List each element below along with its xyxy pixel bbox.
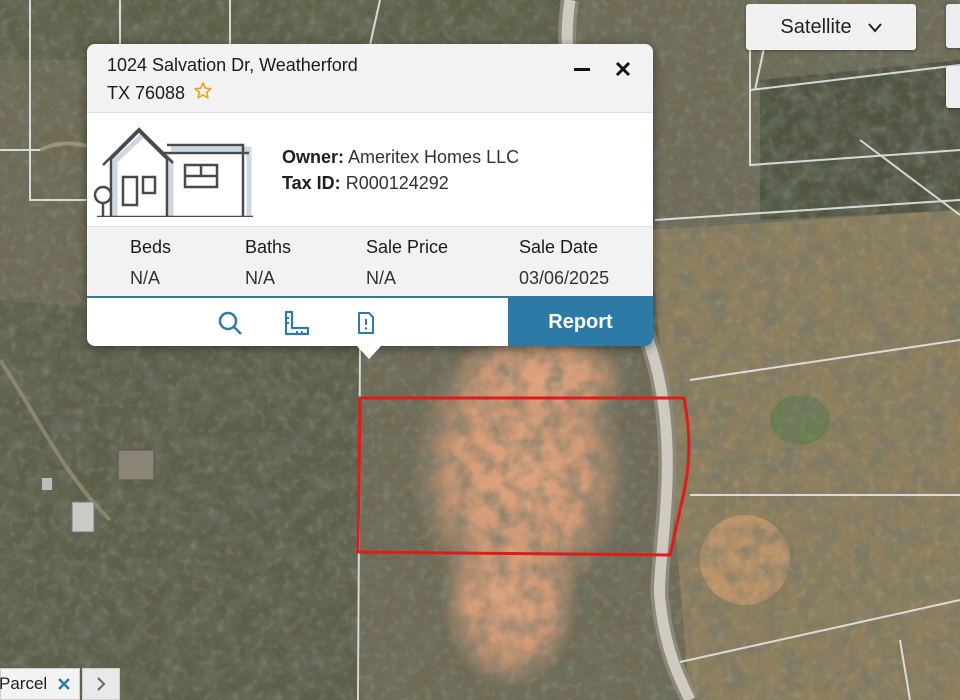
parcel-chip-label: Parcel [0, 674, 48, 693]
star-icon[interactable] [193, 81, 213, 106]
chevron-right-icon[interactable] [82, 668, 120, 700]
close-icon[interactable] [57, 677, 71, 691]
property-stats: Beds N/A Baths N/A Sale Price N/A Sale D… [87, 226, 653, 297]
address-line-2: TX 76088 [107, 81, 213, 106]
owner-value: Ameritex Homes LLC [348, 147, 520, 167]
house-illustration-icon [93, 121, 255, 222]
stat-value: N/A [245, 268, 276, 288]
map-layer-label: Satellite [780, 15, 852, 38]
tax-id-value: R000124292 [345, 173, 449, 193]
property-info: Owner: Ameritex Homes LLC Tax ID: R00012… [87, 113, 653, 225]
stat-label: Baths [245, 237, 292, 257]
search-icon[interactable] [217, 310, 243, 336]
stat-label: Sale Price [366, 237, 449, 257]
stat-sale-price: Sale Price N/A [366, 237, 448, 289]
stat-value: 03/06/2025 [519, 268, 610, 288]
chevron-down-icon [867, 16, 882, 39]
minimize-icon[interactable] [570, 57, 594, 81]
stat-beds: Beds N/A [130, 237, 171, 289]
popup-header: 1024 Salvation Dr, Weatherford TX 76088 [87, 44, 653, 113]
tax-id-line: Tax ID: R000124292 [282, 173, 449, 194]
stat-sale-date: Sale Date 03/06/2025 [519, 237, 609, 289]
stat-label: Sale Date [519, 237, 599, 257]
address-line-1: 1024 Salvation Dr, Weatherford [107, 55, 358, 75]
property-popup: 1024 Salvation Dr, Weatherford TX 76088 [87, 44, 653, 346]
map-control-button[interactable] [946, 4, 960, 48]
stat-value: N/A [366, 268, 397, 288]
owner-line: Owner: Ameritex Homes LLC [282, 147, 519, 168]
owner-label: Owner: [282, 147, 345, 167]
ruler-icon[interactable] [284, 310, 310, 336]
map-layer-dropdown[interactable]: Satellite [746, 4, 916, 50]
popup-pointer [356, 345, 382, 359]
popup-actions: Report [87, 296, 653, 348]
tax-id-label: Tax ID: [282, 173, 341, 193]
stat-label: Beds [130, 237, 172, 257]
report-button[interactable]: Report [508, 298, 653, 346]
map-control-button[interactable] [946, 66, 960, 108]
stat-baths: Baths N/A [245, 237, 291, 289]
stat-value: N/A [130, 268, 161, 288]
parcel-filter-chip[interactable]: Parcel [0, 668, 80, 700]
close-icon[interactable] [611, 57, 635, 81]
document-icon[interactable] [352, 310, 378, 336]
address-zip: TX 76088 [107, 83, 186, 103]
